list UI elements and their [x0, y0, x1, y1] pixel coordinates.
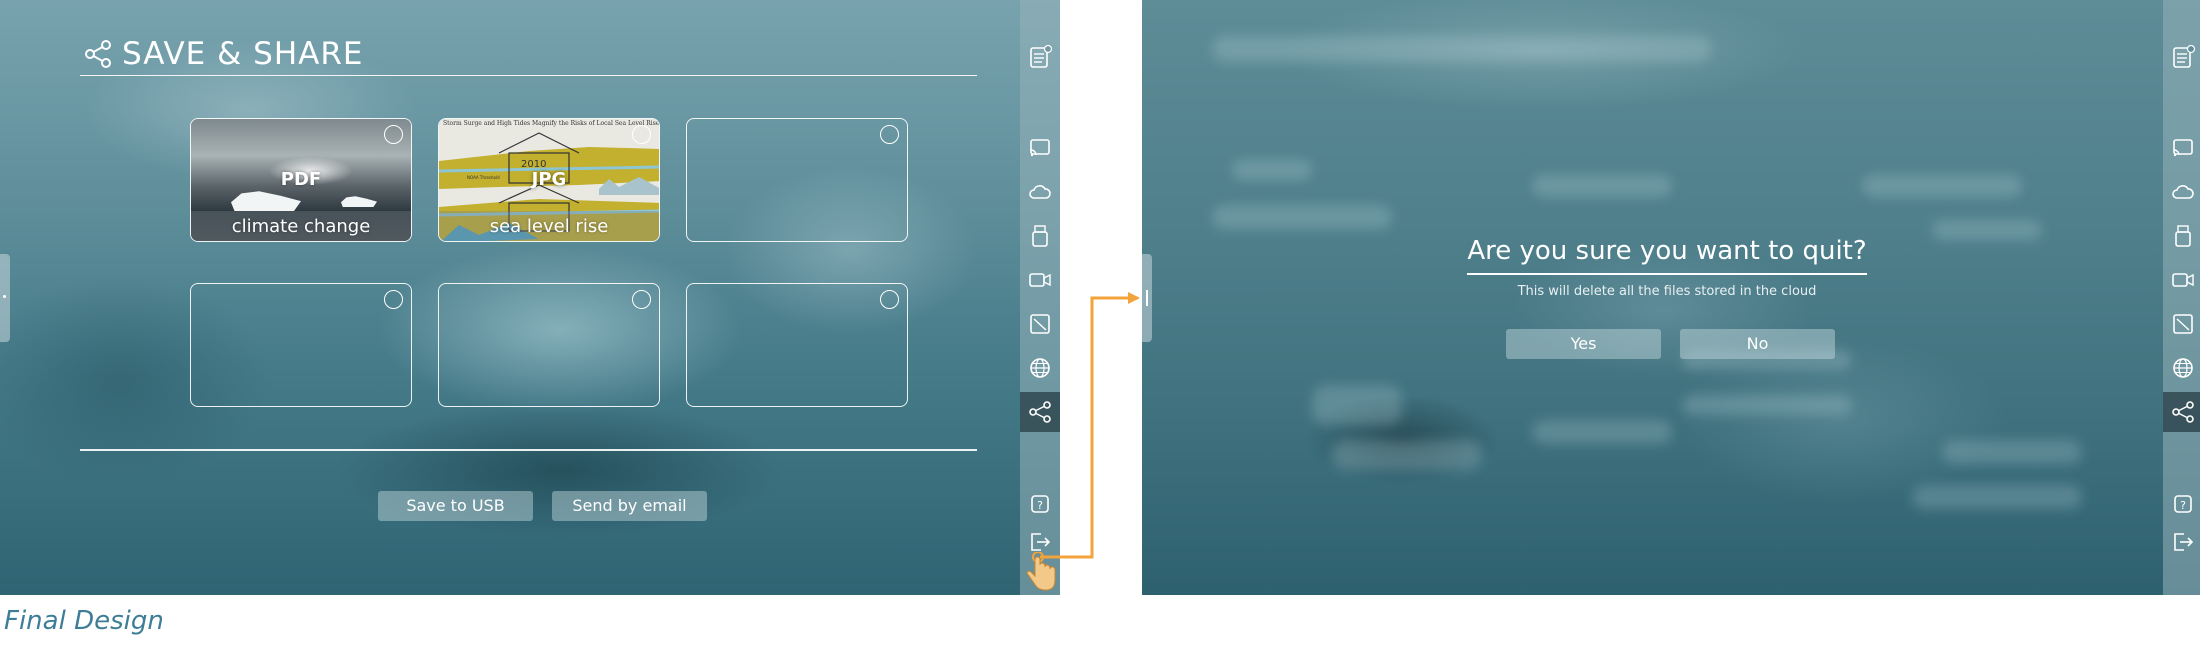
video-icon[interactable] — [2163, 260, 2200, 300]
file-slot-empty[interactable] — [686, 283, 908, 407]
share-icon[interactable] — [2163, 392, 2200, 432]
select-checkbox[interactable] — [880, 290, 899, 309]
share-icon — [85, 40, 111, 68]
globe-icon[interactable] — [1020, 348, 1060, 388]
file-caption: sea level rise — [489, 216, 609, 237]
cast-icon[interactable] — [1020, 128, 1060, 168]
tool-sidebar: ? — [2163, 0, 2200, 595]
share-icon[interactable] — [1020, 392, 1060, 432]
save-to-usb-button[interactable]: Save to USB — [378, 491, 533, 521]
divider — [80, 449, 977, 451]
file-format-label: JPG — [531, 169, 567, 190]
infographic-headline: Storm Surge and High Tides Magnify the R… — [443, 120, 660, 127]
notes-icon[interactable] — [2163, 37, 2200, 77]
panel-header: SAVE & SHARE — [80, 36, 977, 76]
notes-icon[interactable] — [1020, 37, 1060, 77]
dialog-message: This will delete all the files stored in… — [1517, 284, 1817, 299]
file-slot-empty[interactable] — [438, 283, 660, 407]
select-checkbox[interactable] — [880, 125, 899, 144]
video-icon[interactable] — [1020, 260, 1060, 300]
help-icon[interactable]: ? — [1020, 484, 1060, 524]
svg-text:?: ? — [1037, 499, 1043, 512]
ruler-icon[interactable] — [1020, 304, 1060, 344]
left-drawer-handle[interactable] — [1142, 254, 1152, 342]
file-slot-empty[interactable] — [190, 283, 412, 407]
no-button[interactable]: No — [1680, 329, 1835, 359]
select-checkbox[interactable] — [632, 125, 651, 144]
cloud-icon[interactable] — [2163, 172, 2200, 212]
file-slot-empty[interactable] — [686, 118, 908, 242]
usb-icon[interactable] — [2163, 216, 2200, 256]
file-caption: climate change — [231, 216, 371, 237]
yes-button[interactable]: Yes — [1506, 329, 1661, 359]
tool-sidebar: ? — [1020, 0, 1060, 595]
send-by-email-button[interactable]: Send by email — [552, 491, 707, 521]
file-slot-sea-level-rise[interactable]: Storm Surge and High Tides Magnify the R… — [438, 118, 660, 242]
globe-icon[interactable] — [2163, 348, 2200, 388]
exit-icon[interactable] — [2163, 522, 2200, 562]
usb-icon[interactable] — [1020, 216, 1060, 256]
save-share-screen: SAVE & SHARE PDF climate change Storm Su… — [0, 0, 1060, 595]
quit-confirmation-screen: Are you sure you want to quit? This will… — [1142, 0, 2200, 595]
file-format-label: PDF — [280, 169, 322, 190]
design-caption: Final Design — [4, 606, 164, 636]
hand-pointer-icon — [1026, 552, 1056, 591]
ruler-icon[interactable] — [2163, 304, 2200, 344]
file-slot-climate-change[interactable]: PDF climate change — [190, 118, 412, 242]
select-checkbox[interactable] — [384, 290, 403, 309]
dialog-title: Are you sure you want to quit? — [1467, 236, 1867, 266]
dialog-divider — [1467, 273, 1867, 275]
select-checkbox[interactable] — [384, 125, 403, 144]
page-title: SAVE & SHARE — [122, 36, 364, 72]
left-drawer-handle[interactable] — [0, 254, 10, 342]
cloud-icon[interactable] — [1020, 172, 1060, 212]
select-checkbox[interactable] — [632, 290, 651, 309]
cast-icon[interactable] — [2163, 128, 2200, 168]
help-icon[interactable]: ? — [2163, 484, 2200, 524]
svg-text:?: ? — [2180, 499, 2186, 512]
